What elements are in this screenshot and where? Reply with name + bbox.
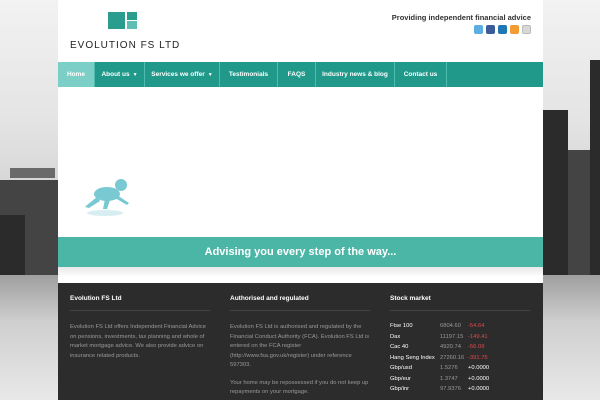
stock-row: Gbp/inr 97.9376 +0.0000	[390, 386, 490, 392]
nav-item-testimonials[interactable]: Testimonials	[220, 62, 278, 87]
footer-col-title: Evolution FS Ltd	[70, 295, 210, 311]
crawling-baby-image	[85, 179, 129, 216]
logo-text[interactable]: EVOLUTION FS LTD	[70, 40, 180, 51]
banner-shadow	[58, 267, 543, 277]
main-nav: Home About us ▼ Services we offer ▼ Testim…	[58, 62, 543, 87]
nav-item-about-us[interactable]: About us ▼	[95, 62, 145, 87]
stock-row: Hang Seng Index 27260.16 -391.75	[390, 354, 488, 361]
linkedin-icon[interactable]	[498, 25, 507, 34]
email-icon[interactable]	[522, 25, 531, 34]
rss-icon[interactable]	[510, 25, 519, 34]
footer-col-text: Evolution FS Ltd is authorised and regul…	[230, 324, 370, 368]
footer-col-title: Stock market	[390, 295, 530, 311]
header: EVOLUTION FS LTD Providing independent f…	[58, 0, 543, 62]
footer-col-text: Your home may be repossessed if you do n…	[230, 379, 369, 396]
hero-slideshow	[58, 87, 543, 237]
page-container: EVOLUTION FS LTD Providing independent f…	[58, 0, 543, 400]
nav-item-contact-us[interactable]: Contact us	[395, 62, 447, 87]
nav-item-home[interactable]: Home	[58, 62, 95, 87]
footer-col-regulated: Authorised and regulated Evolution FS Lt…	[230, 283, 370, 398]
tagline-banner: Advising you every step of the way...	[58, 237, 543, 267]
nav-item-faqs[interactable]: FAQS	[278, 62, 316, 87]
stock-table: Ftse 100 6804.60 -54.64 Dax 11197.15 -149.41…	[390, 321, 530, 395]
stock-row: Cac 40 4920.74 -56.09	[390, 344, 485, 350]
chevron-down-icon: ▼	[207, 72, 213, 78]
stock-row: Gbp/usd 1.5276 +0.0000	[390, 365, 490, 371]
chevron-down-icon: ▼	[132, 72, 138, 78]
twitter-icon[interactable]	[474, 25, 483, 34]
footer-col-stock-market: Stock market Ftse 100 6804.60 -54.64 Dax 11…	[390, 283, 530, 395]
facebook-icon[interactable]	[486, 25, 495, 34]
footer-col-about: Evolution FS Ltd Evolution FS Ltd offers…	[70, 283, 210, 361]
footer-col-text: Evolution FS Ltd offers Independent Fina…	[70, 324, 206, 359]
logo-icon[interactable]	[108, 12, 138, 30]
footer: Evolution FS Ltd Evolution FS Ltd offers…	[58, 283, 543, 400]
building	[0, 215, 25, 275]
nav-item-services[interactable]: Services we offer ▼	[145, 62, 220, 87]
building	[590, 60, 600, 275]
stock-row: Ftse 100 6804.60 -54.64	[390, 323, 485, 329]
footer-col-title: Authorised and regulated	[230, 295, 370, 311]
stock-row: Gbp/eur 1.3747 +0.0000	[390, 375, 490, 382]
stock-row: Dax 11197.15 -149.41	[390, 333, 488, 340]
building	[543, 110, 568, 275]
nav-item-industry-news[interactable]: Industry news & blog	[316, 62, 395, 87]
bridge	[10, 168, 55, 178]
tagline: Providing independent financial advice	[391, 13, 531, 22]
social-links	[474, 25, 531, 34]
